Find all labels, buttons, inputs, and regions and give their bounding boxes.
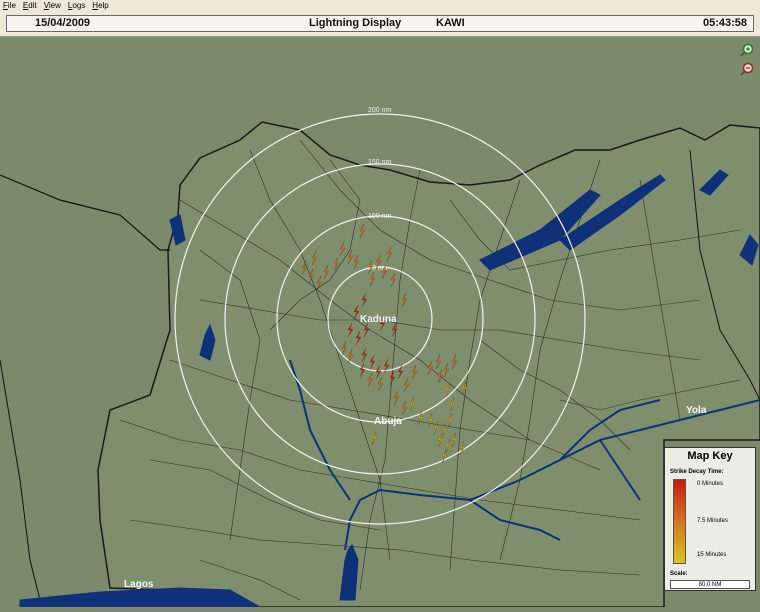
country-area xyxy=(97,121,760,608)
zoom-out-button[interactable] xyxy=(740,62,754,76)
scale-bar: 80.0 NM xyxy=(670,580,750,589)
map-key-title: Map Key xyxy=(687,450,733,462)
ring-label-150: 150 nm xyxy=(368,159,392,166)
menu-file[interactable]: File xyxy=(0,0,20,12)
ring-label-100: 100 nm xyxy=(368,213,392,220)
decay-label: Strike Decay Time: xyxy=(670,469,724,475)
decay-label-7-5: 7.5 Minutes xyxy=(697,518,729,524)
city-label-kaduna: Kaduna xyxy=(360,314,397,325)
zoom-in-button[interactable] xyxy=(740,43,754,57)
menu-edit[interactable]: Edit xyxy=(20,0,41,12)
city-label-lagos: Lagos xyxy=(124,579,154,590)
map-canvas[interactable]: 200 nm 150 nm 100 nm 50 nm Kaduna Abuja … xyxy=(0,37,760,608)
header-panel: 15/04/2009 Lightning Display KAWI 05:43:… xyxy=(6,15,754,32)
decay-label-15: 15 Minutes xyxy=(697,552,727,558)
header-title: Lightning Display xyxy=(309,17,402,29)
city-label-yola: Yola xyxy=(686,405,707,416)
map-view[interactable]: 200 nm 150 nm 100 nm 50 nm Kaduna Abuja … xyxy=(0,37,760,608)
header-station: KAWI xyxy=(436,17,465,29)
zoom-in-icon xyxy=(740,43,754,57)
zoom-out-icon xyxy=(740,62,754,76)
menu-logs[interactable]: Logs xyxy=(65,0,89,12)
header-bar: 15/04/2009 Lightning Display KAWI 05:43:… xyxy=(0,12,760,37)
header-date: 15/04/2009 xyxy=(35,17,91,29)
decay-label-0: 0 Minutes xyxy=(697,481,724,487)
ring-label-200: 200 nm xyxy=(368,107,392,114)
city-label-abuja: Abuja xyxy=(374,416,402,427)
decay-gradient xyxy=(673,479,686,564)
map-key-panel: Map Key Strike Decay Time: 0 Minutes 7.5… xyxy=(664,447,756,591)
menu-bar: File Edit View Logs Help xyxy=(0,0,760,12)
scale-label: Scale: xyxy=(670,571,688,577)
header-time: 05:43:58 xyxy=(702,17,747,29)
menu-view[interactable]: View xyxy=(41,0,65,12)
menu-help[interactable]: Help xyxy=(89,0,112,12)
